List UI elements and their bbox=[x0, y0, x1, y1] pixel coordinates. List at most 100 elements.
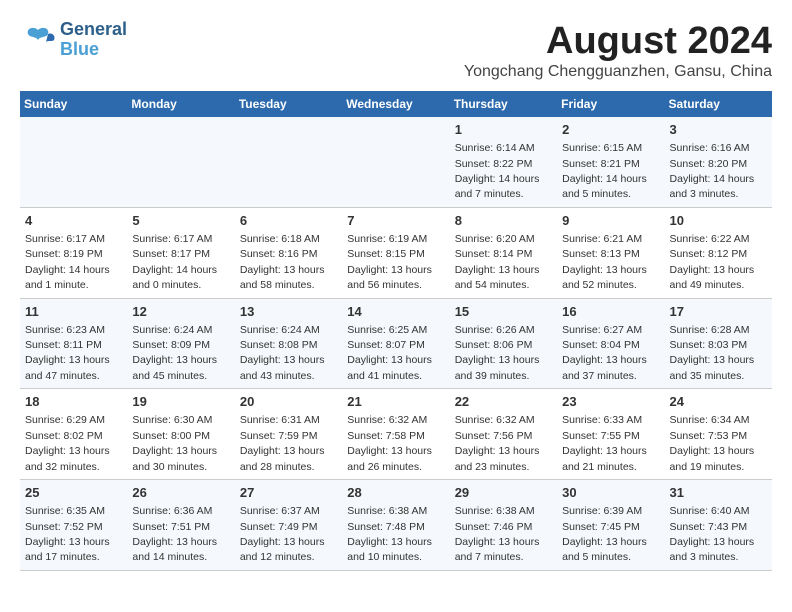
day-number: 21 bbox=[347, 393, 444, 411]
calendar-cell: 4Sunrise: 6:17 AM Sunset: 8:19 PM Daylig… bbox=[20, 207, 127, 298]
day-number: 28 bbox=[347, 484, 444, 502]
day-info: Sunrise: 6:40 AM Sunset: 7:43 PM Dayligh… bbox=[670, 505, 755, 563]
day-number: 22 bbox=[455, 393, 552, 411]
day-info: Sunrise: 6:38 AM Sunset: 7:48 PM Dayligh… bbox=[347, 505, 432, 563]
weekday-header: Friday bbox=[557, 91, 664, 117]
day-number: 10 bbox=[670, 212, 767, 230]
calendar-cell: 26 Sunrise: 6:36 AM Sunset: 7:51 PM Dayli… bbox=[127, 480, 234, 571]
day-number: 11 bbox=[25, 303, 122, 321]
weekday-header: Wednesday bbox=[342, 91, 449, 117]
calendar-cell: 18 Sunrise: 6:29 AM Sunset: 8:02 PM Dayli… bbox=[20, 389, 127, 480]
weekday-header: Tuesday bbox=[235, 91, 342, 117]
day-number: 6 bbox=[240, 212, 337, 230]
calendar-cell: 31 Sunrise: 6:40 AM Sunset: 7:43 PM Dayli… bbox=[665, 480, 772, 571]
calendar-cell bbox=[235, 117, 342, 207]
day-info: Sunrise: 6:36 AM Sunset: 7:51 PM Dayligh… bbox=[132, 505, 217, 563]
day-number: 1 bbox=[455, 121, 552, 139]
day-info: Sunrise: 6:18 AM Sunset: 8:16 PM Dayligh… bbox=[240, 233, 325, 291]
calendar-cell: 13 Sunrise: 6:24 AM Sunset: 8:08 PM Dayli… bbox=[235, 298, 342, 389]
day-number: 4 bbox=[25, 212, 122, 230]
day-number: 8 bbox=[455, 212, 552, 230]
day-number: 7 bbox=[347, 212, 444, 230]
calendar-cell bbox=[342, 117, 449, 207]
day-info: Sunrise: 6:35 AM Sunset: 7:52 PM Dayligh… bbox=[25, 505, 110, 563]
weekday-header: Sunday bbox=[20, 91, 127, 117]
calendar-cell: 1 Sunrise: 6:14 AM Sunset: 8:22 PM Daylig… bbox=[450, 117, 557, 207]
day-number: 25 bbox=[25, 484, 122, 502]
weekday-header-row: SundayMondayTuesdayWednesdayThursdayFrid… bbox=[20, 91, 772, 117]
calendar-cell: 24Sunrise: 6:34 AM Sunset: 7:53 PM Dayli… bbox=[665, 389, 772, 480]
location-title: Yongchang Chengguanzhen, Gansu, China bbox=[464, 63, 772, 81]
day-number: 17 bbox=[670, 303, 767, 321]
calendar-cell: 29 Sunrise: 6:38 AM Sunset: 7:46 PM Dayli… bbox=[450, 480, 557, 571]
calendar-cell: 19Sunrise: 6:30 AM Sunset: 8:00 PM Dayli… bbox=[127, 389, 234, 480]
day-info: Sunrise: 6:37 AM Sunset: 7:49 PM Dayligh… bbox=[240, 505, 325, 563]
calendar-week-row: 18 Sunrise: 6:29 AM Sunset: 8:02 PM Dayli… bbox=[20, 389, 772, 480]
day-info: Sunrise: 6:25 AM Sunset: 8:07 PM Dayligh… bbox=[347, 324, 432, 382]
day-number: 26 bbox=[132, 484, 229, 502]
calendar-cell bbox=[127, 117, 234, 207]
calendar-cell: 21Sunrise: 6:32 AM Sunset: 7:58 PM Dayli… bbox=[342, 389, 449, 480]
day-info: Sunrise: 6:22 AM Sunset: 8:12 PM Dayligh… bbox=[670, 233, 755, 291]
calendar-cell: 9 Sunrise: 6:21 AM Sunset: 8:13 PM Daylig… bbox=[557, 207, 664, 298]
day-number: 29 bbox=[455, 484, 552, 502]
day-info: Sunrise: 6:24 AM Sunset: 8:09 PM Dayligh… bbox=[132, 324, 217, 382]
calendar-week-row: 25 Sunrise: 6:35 AM Sunset: 7:52 PM Dayli… bbox=[20, 480, 772, 571]
day-number: 9 bbox=[562, 212, 659, 230]
title-block: August 2024 Yongchang Chengguanzhen, Gan… bbox=[464, 20, 772, 81]
calendar-cell: 20Sunrise: 6:31 AM Sunset: 7:59 PM Dayli… bbox=[235, 389, 342, 480]
logo-blue: Blue bbox=[60, 40, 127, 60]
day-info: Sunrise: 6:20 AM Sunset: 8:14 PM Dayligh… bbox=[455, 233, 540, 291]
day-info: Sunrise: 6:16 AM Sunset: 8:20 PM Dayligh… bbox=[670, 142, 755, 200]
calendar-cell: 15Sunrise: 6:26 AM Sunset: 8:06 PM Dayli… bbox=[450, 298, 557, 389]
day-number: 31 bbox=[670, 484, 767, 502]
day-number: 30 bbox=[562, 484, 659, 502]
calendar-cell: 16Sunrise: 6:27 AM Sunset: 8:04 PM Dayli… bbox=[557, 298, 664, 389]
day-info: Sunrise: 6:24 AM Sunset: 8:08 PM Dayligh… bbox=[240, 324, 325, 382]
calendar-cell: 2 Sunrise: 6:15 AM Sunset: 8:21 PM Daylig… bbox=[557, 117, 664, 207]
calendar-week-row: 11 Sunrise: 6:23 AM Sunset: 8:11 PM Dayli… bbox=[20, 298, 772, 389]
calendar-week-row: 1 Sunrise: 6:14 AM Sunset: 8:22 PM Daylig… bbox=[20, 117, 772, 207]
calendar-cell: 17 Sunrise: 6:28 AM Sunset: 8:03 PM Dayli… bbox=[665, 298, 772, 389]
logo-general: General bbox=[60, 20, 127, 40]
day-info: Sunrise: 6:23 AM Sunset: 8:11 PM Dayligh… bbox=[25, 324, 110, 382]
calendar-cell: 22 Sunrise: 6:32 AM Sunset: 7:56 PM Dayli… bbox=[450, 389, 557, 480]
calendar-cell: 12 Sunrise: 6:24 AM Sunset: 8:09 PM Dayli… bbox=[127, 298, 234, 389]
day-info: Sunrise: 6:31 AM Sunset: 7:59 PM Dayligh… bbox=[240, 414, 325, 472]
day-info: Sunrise: 6:21 AM Sunset: 8:13 PM Dayligh… bbox=[562, 233, 647, 291]
month-title: August 2024 bbox=[464, 20, 772, 63]
day-info: Sunrise: 6:39 AM Sunset: 7:45 PM Dayligh… bbox=[562, 505, 647, 563]
day-number: 12 bbox=[132, 303, 229, 321]
day-number: 3 bbox=[670, 121, 767, 139]
day-info: Sunrise: 6:28 AM Sunset: 8:03 PM Dayligh… bbox=[670, 324, 755, 382]
calendar-cell: 6 Sunrise: 6:18 AM Sunset: 8:16 PM Daylig… bbox=[235, 207, 342, 298]
page-header: General Blue August 2024 Yongchang Cheng… bbox=[20, 20, 772, 81]
calendar-cell: 14Sunrise: 6:25 AM Sunset: 8:07 PM Dayli… bbox=[342, 298, 449, 389]
calendar-cell: 7 Sunrise: 6:19 AM Sunset: 8:15 PM Daylig… bbox=[342, 207, 449, 298]
calendar-cell: 23Sunrise: 6:33 AM Sunset: 7:55 PM Dayli… bbox=[557, 389, 664, 480]
day-number: 5 bbox=[132, 212, 229, 230]
calendar-cell: 30 Sunrise: 6:39 AM Sunset: 7:45 PM Dayli… bbox=[557, 480, 664, 571]
day-info: Sunrise: 6:15 AM Sunset: 8:21 PM Dayligh… bbox=[562, 142, 647, 200]
calendar-cell: 27 Sunrise: 6:37 AM Sunset: 7:49 PM Dayli… bbox=[235, 480, 342, 571]
calendar-cell: 25 Sunrise: 6:35 AM Sunset: 7:52 PM Dayli… bbox=[20, 480, 127, 571]
calendar-cell bbox=[20, 117, 127, 207]
day-info: Sunrise: 6:29 AM Sunset: 8:02 PM Dayligh… bbox=[25, 414, 110, 472]
calendar-cell: 10 Sunrise: 6:22 AM Sunset: 8:12 PM Dayli… bbox=[665, 207, 772, 298]
day-info: Sunrise: 6:32 AM Sunset: 7:56 PM Dayligh… bbox=[455, 414, 540, 472]
weekday-header: Thursday bbox=[450, 91, 557, 117]
day-number: 15 bbox=[455, 303, 552, 321]
day-info: Sunrise: 6:14 AM Sunset: 8:22 PM Dayligh… bbox=[455, 142, 540, 200]
calendar-table: SundayMondayTuesdayWednesdayThursdayFrid… bbox=[20, 91, 772, 571]
day-info: Sunrise: 6:19 AM Sunset: 8:15 PM Dayligh… bbox=[347, 233, 432, 291]
weekday-header: Monday bbox=[127, 91, 234, 117]
calendar-week-row: 4Sunrise: 6:17 AM Sunset: 8:19 PM Daylig… bbox=[20, 207, 772, 298]
day-info: Sunrise: 6:38 AM Sunset: 7:46 PM Dayligh… bbox=[455, 505, 540, 563]
day-number: 18 bbox=[25, 393, 122, 411]
day-number: 19 bbox=[132, 393, 229, 411]
calendar-cell: 28 Sunrise: 6:38 AM Sunset: 7:48 PM Dayli… bbox=[342, 480, 449, 571]
day-number: 13 bbox=[240, 303, 337, 321]
day-number: 27 bbox=[240, 484, 337, 502]
day-info: Sunrise: 6:17 AM Sunset: 8:17 PM Dayligh… bbox=[132, 233, 217, 291]
day-number: 2 bbox=[562, 121, 659, 139]
